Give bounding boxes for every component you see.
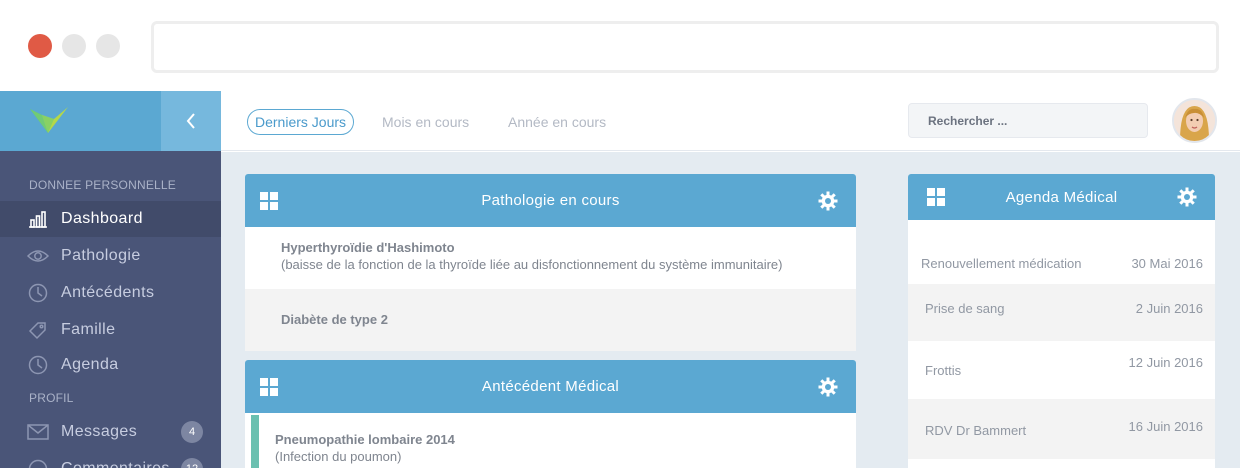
avatar[interactable] (1172, 98, 1217, 143)
gear-icon[interactable] (1177, 187, 1197, 207)
gear-icon[interactable] (818, 191, 838, 211)
sidebar-section-title: DONNEE PERSONNELLE (29, 178, 176, 192)
bar-chart-icon (27, 208, 49, 230)
browser-chrome (0, 0, 1240, 91)
window-minimize-button[interactable] (62, 34, 86, 58)
sidebar-item-messages[interactable]: Messages 4 (0, 414, 221, 450)
window-maximize-button[interactable] (96, 34, 120, 58)
card-header: Pathologie en cours (245, 174, 856, 227)
sidebar-item-pathologie[interactable]: Pathologie (0, 238, 221, 274)
comment-icon (27, 458, 49, 468)
card-title: Pathologie en cours (481, 192, 620, 209)
clock-icon (27, 282, 49, 304)
agenda-card: Agenda Médical Renouvellement médication… (908, 174, 1215, 468)
address-bar[interactable] (151, 21, 1219, 73)
sidebar-item-dashboard[interactable]: Dashboard (0, 201, 221, 237)
sidebar-item-commentaires[interactable]: Commentaires 12 (0, 451, 221, 468)
sidebar-item-label: Messages (61, 423, 138, 440)
sidebar-item-antecedents[interactable]: Antécédents (0, 275, 221, 311)
sidebar-item-label: Pathologie (61, 247, 141, 264)
agenda-event: Renouvellement médication (921, 256, 1082, 271)
sidebar-item-label: Antécédents (61, 284, 155, 301)
logo-icon (30, 107, 68, 133)
comment-count-badge: 12 (181, 458, 203, 468)
user-avatar-icon (1174, 100, 1215, 141)
window-close-button[interactable] (28, 34, 52, 58)
agenda-event: Frottis (925, 363, 962, 378)
chevron-left-icon (186, 113, 195, 129)
page: DONNEE PERSONNELLE Dashboard Pathologie … (0, 0, 1240, 468)
agenda-row[interactable]: Renouvellement médication 30 Mai 2016 (908, 234, 1215, 284)
sidebar-item-agenda[interactable]: Agenda (0, 347, 221, 383)
pathologie-card: Pathologie en cours Hyperthyroïdie d'Has… (245, 174, 856, 351)
gear-icon[interactable] (818, 377, 838, 397)
sidebar-item-label: Commentaires (61, 460, 170, 468)
agenda-date: 30 Mai 2016 (1131, 256, 1203, 271)
top-bar: Derniers Jours Mois en cours Année en co… (221, 91, 1240, 151)
eye-icon (27, 245, 49, 267)
card-title: Agenda Médical (1005, 188, 1118, 206)
search-input[interactable] (908, 103, 1148, 138)
tab-annee-en-cours[interactable]: Année en cours (508, 109, 606, 135)
sidebar-item-famille[interactable]: Famille (0, 312, 221, 348)
sidebar-section-title: PROFIL (29, 391, 74, 405)
antecedent-description: (Infection du poumon) (275, 449, 402, 464)
agenda-date: 2 Juin 2016 (1135, 301, 1203, 316)
pathology-title: Hyperthyroïdie d'Hashimoto (281, 240, 455, 255)
list-item[interactable]: Pneumopathie lombaire 2014 (Infection du… (245, 413, 856, 468)
grid-icon[interactable] (260, 377, 278, 396)
list-item[interactable]: Hyperthyroïdie d'Hashimoto (baisse de la… (245, 227, 856, 289)
pathology-description: (baisse de la fonction de la thyroïde li… (281, 257, 783, 272)
grid-icon[interactable] (927, 188, 945, 206)
clock-icon (27, 354, 49, 376)
sidebar-item-label: Agenda (61, 356, 119, 373)
sidebar-item-label: Dashboard (61, 210, 143, 227)
pathology-title: Diabète de type 2 (281, 312, 388, 327)
agenda-row[interactable]: Frottis 12 Juin 2016 (908, 341, 1215, 399)
agenda-event: RDV Dr Bammert (925, 423, 1027, 438)
card-title: Antécédent Médical (481, 378, 620, 395)
agenda-row (908, 459, 1215, 468)
list-item[interactable]: Diabète de type 2 (245, 289, 856, 351)
message-count-badge: 4 (181, 421, 203, 443)
main-content: Pathologie en cours Hyperthyroïdie d'Has… (221, 152, 1240, 468)
card-header: Antécédent Médical (245, 360, 856, 413)
sidebar: DONNEE PERSONNELLE Dashboard Pathologie … (0, 151, 221, 468)
agenda-row[interactable]: Prise de sang 2 Juin 2016 (908, 284, 1215, 341)
tab-derniers-jours[interactable]: Derniers Jours (247, 109, 355, 135)
tab-mois-en-cours[interactable]: Mois en cours (382, 109, 469, 135)
agenda-date: 16 Juin 2016 (1128, 419, 1203, 434)
antecedent-card: Antécédent Médical Pneumopathie lombaire… (245, 360, 856, 468)
mail-icon (27, 421, 49, 443)
agenda-row[interactable]: RDV Dr Bammert 16 Juin 2016 (908, 399, 1215, 459)
grid-icon[interactable] (260, 191, 278, 210)
sidebar-item-label: Famille (61, 321, 116, 338)
agenda-date: 12 Juin 2016 (1128, 355, 1203, 370)
sidebar-collapse-button[interactable] (161, 91, 221, 151)
agenda-event: Prise de sang (925, 301, 1005, 316)
antecedent-title: Pneumopathie lombaire 2014 (275, 432, 455, 447)
tag-icon (27, 319, 49, 341)
card-header: Agenda Médical (908, 174, 1215, 220)
